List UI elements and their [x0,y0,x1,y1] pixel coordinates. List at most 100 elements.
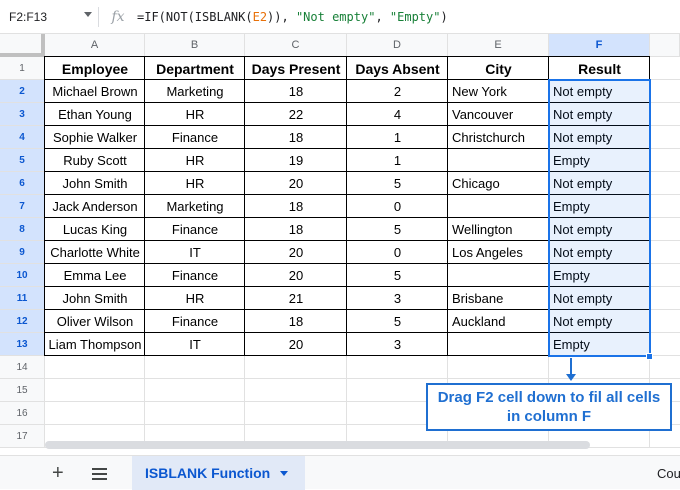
cell-b13[interactable]: IT [145,333,245,356]
row-header-3[interactable]: 3 [0,103,45,126]
all-sheets-menu-icon[interactable] [92,468,107,483]
cell-d7[interactable]: 0 [347,195,448,218]
cell-c10[interactable]: 20 [245,264,347,287]
cell-b12[interactable]: Finance [145,310,245,333]
cell-a5[interactable]: Ruby Scott [45,149,145,172]
cell-a12[interactable]: Oliver Wilson [45,310,145,333]
cell-e3[interactable]: Vancouver [448,103,549,126]
cell-b10[interactable]: Finance [145,264,245,287]
cell-a9[interactable]: Charlotte White [45,241,145,264]
cell-d10[interactable]: 5 [347,264,448,287]
name-box[interactable]: F2:F13 [0,0,98,34]
row-header-14[interactable]: 14 [0,356,45,379]
cell-d12[interactable]: 5 [347,310,448,333]
cell-e7[interactable] [448,195,549,218]
row-header-4[interactable]: 4 [0,126,45,149]
column-header-d[interactable]: D [347,34,448,57]
cell-c3[interactable]: 22 [245,103,347,126]
column-header-f[interactable]: F [549,34,650,57]
cell-c11[interactable]: 21 [245,287,347,310]
cell-c4[interactable]: 18 [245,126,347,149]
horizontal-scrollbar[interactable] [45,441,590,449]
cell-b4[interactable]: Finance [145,126,245,149]
cell-a6[interactable]: John Smith [45,172,145,195]
cell-a13[interactable]: Liam Thompson [45,333,145,356]
cell-a7[interactable]: Jack Anderson [45,195,145,218]
cell-d13[interactable]: 3 [347,333,448,356]
row-header-5[interactable]: 5 [0,149,45,172]
cell-b8[interactable]: Finance [145,218,245,241]
cell-d9[interactable]: 0 [347,241,448,264]
cell-c9[interactable]: 20 [245,241,347,264]
cell-e10[interactable] [448,264,549,287]
chevron-down-icon[interactable] [280,470,289,476]
header-cell-f[interactable]: Result [549,57,650,80]
cell-c13[interactable]: 20 [245,333,347,356]
cell-d8[interactable]: 5 [347,218,448,241]
cell-d3[interactable]: 4 [347,103,448,126]
cell-c8[interactable]: 18 [245,218,347,241]
cell-a2[interactable]: Michael Brown [45,80,145,103]
row-header-13[interactable]: 13 [0,333,45,356]
cell-e8[interactable]: Wellington [448,218,549,241]
cell-c7[interactable]: 18 [245,195,347,218]
cell-e13[interactable] [448,333,549,356]
row-header-9[interactable]: 9 [0,241,45,264]
cell-d4[interactable]: 1 [347,126,448,149]
row-header-12[interactable]: 12 [0,310,45,333]
cell-a8[interactable]: Lucas King [45,218,145,241]
row-header-10[interactable]: 10 [0,264,45,287]
sheet-tab-isblank-function[interactable]: ISBLANK Function [132,456,305,490]
cell-e4[interactable]: Christchurch [448,126,549,149]
cell-c2[interactable]: 18 [245,80,347,103]
cell-b7[interactable]: Marketing [145,195,245,218]
add-sheet-button[interactable]: + [52,462,64,485]
row-header-6[interactable]: 6 [0,172,45,195]
select-all-corner[interactable] [0,34,45,57]
row-header-1[interactable]: 1 [0,57,45,80]
row-header-15[interactable]: 15 [0,379,45,402]
cell-b11[interactable]: HR [145,287,245,310]
cell-e6[interactable]: Chicago [448,172,549,195]
cell-e5[interactable] [448,149,549,172]
cell-c12[interactable]: 18 [245,310,347,333]
cell-b5[interactable]: HR [145,149,245,172]
cell-d5[interactable]: 1 [347,149,448,172]
cell-d6[interactable]: 5 [347,172,448,195]
header-cell-d[interactable]: Days Absent [347,57,448,80]
cell-d2[interactable]: 2 [347,80,448,103]
cell-b3[interactable]: HR [145,103,245,126]
cell-d11[interactable]: 3 [347,287,448,310]
cell-a4[interactable]: Sophie Walker [45,126,145,149]
column-header-a[interactable]: A [45,34,145,57]
cell-c5[interactable]: 19 [245,149,347,172]
column-header-extra[interactable] [650,34,680,57]
cell-e2[interactable]: New York [448,80,549,103]
row-header-2[interactable]: 2 [0,80,45,103]
selection-range[interactable] [548,79,651,357]
cell-e9[interactable]: Los Angeles [448,241,549,264]
column-header-b[interactable]: B [145,34,245,57]
column-header-e[interactable]: E [448,34,549,57]
row-header-17[interactable]: 17 [0,425,45,448]
cell-a11[interactable]: John Smith [45,287,145,310]
row-header-8[interactable]: 8 [0,218,45,241]
row-header-7[interactable]: 7 [0,195,45,218]
cell-b2[interactable]: Marketing [145,80,245,103]
header-cell-a[interactable]: Employee [45,57,145,80]
cell-c6[interactable]: 20 [245,172,347,195]
cell-a10[interactable]: Emma Lee [45,264,145,287]
cell-b6[interactable]: HR [145,172,245,195]
cell-b9[interactable]: IT [145,241,245,264]
chevron-down-icon[interactable] [84,11,92,17]
cell-e12[interactable]: Auckland [448,310,549,333]
header-cell-e[interactable]: City [448,57,549,80]
header-cell-c[interactable]: Days Present [245,57,347,80]
row-header-11[interactable]: 11 [0,287,45,310]
fill-handle[interactable] [646,353,653,360]
formula-input[interactable]: =IF(NOT(ISBLANK(E2)), "Not empty", "Empt… [137,10,448,24]
column-header-c[interactable]: C [245,34,347,57]
row-header-16[interactable]: 16 [0,402,45,425]
cell-a3[interactable]: Ethan Young [45,103,145,126]
header-cell-b[interactable]: Department [145,57,245,80]
